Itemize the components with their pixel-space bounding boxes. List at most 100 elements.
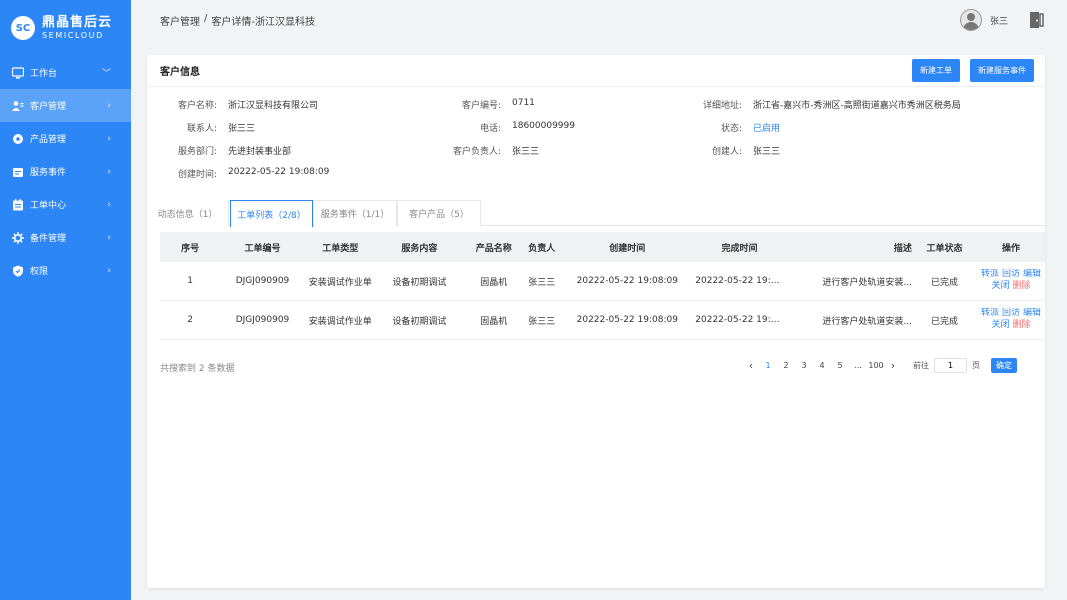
delete-link[interactable]: 删除 bbox=[1013, 320, 1031, 332]
table-cell: 固晶机 bbox=[480, 316, 508, 327]
detail-tabs: 动态信息（1） 工单列表（2/8） 服务事件（1/1） 客户产品（5） bbox=[147, 200, 1045, 227]
customers-icon bbox=[12, 100, 24, 112]
dashboard-icon bbox=[12, 66, 24, 79]
phone-value: 18600009999 bbox=[512, 121, 575, 131]
brand-name-en: SEMICLOUD bbox=[42, 30, 104, 40]
delete-link[interactable]: 删除 bbox=[1013, 281, 1031, 293]
table-cell: 设备初期调试 bbox=[392, 277, 447, 288]
table-row: 1 DJGJ090909 安装调试作业单 设备初期调试 固晶机 张三三 20222-05-2… bbox=[160, 262, 1045, 301]
brand-logo: SC 鼎晶售后云 SEMICLOUD bbox=[0, 0, 131, 56]
column-header: 描述 bbox=[893, 243, 912, 254]
created-time-value: 20222-05-22 19:08:09 bbox=[228, 167, 330, 177]
sidebar-item-products[interactable]: 产品管理 › bbox=[0, 122, 131, 155]
edit-link[interactable]: 编辑 bbox=[1023, 269, 1041, 281]
sidebar-item-label: 权限 bbox=[30, 267, 49, 277]
table-cell: 安装调试作业单 bbox=[308, 277, 372, 288]
logout-icon[interactable] bbox=[1028, 11, 1046, 29]
chevron-icon: › bbox=[107, 100, 111, 111]
page-jump-confirm-button[interactable]: 确定 bbox=[991, 358, 1017, 373]
table-cell: 张三三 bbox=[528, 316, 556, 327]
chevron-icon: › bbox=[107, 232, 111, 243]
sidebar-nav: 工作台 ﹀ 客户管理 › 产品管理 › 服务事件 › 工单中心 › 备件管理 › 权限 › bbox=[0, 56, 131, 287]
close-link[interactable]: 关闭 bbox=[992, 320, 1010, 332]
page-number[interactable]: 5 bbox=[831, 361, 849, 370]
table-cell: 进行客户处轨道安装... bbox=[822, 316, 912, 327]
revisit-link[interactable]: 回访 bbox=[1002, 269, 1020, 281]
work-order-table: 序号 工单编号 工单类型 服务内容 产品名称 负责人 创建时间 完成时间 描述 工单状态 操作 1 D… bbox=[160, 232, 1045, 340]
products-icon bbox=[12, 133, 24, 145]
close-link[interactable]: 关闭 bbox=[992, 281, 1010, 293]
sidebar-item-spare-parts[interactable]: 备件管理 › bbox=[0, 221, 131, 254]
table-cell: DJGJ090909 bbox=[235, 276, 290, 286]
phone-label: 电话: bbox=[479, 124, 501, 134]
table-cell: 已完成 bbox=[930, 316, 958, 327]
prev-page-icon[interactable]: ‹ bbox=[743, 359, 759, 372]
column-header: 创建时间 bbox=[609, 243, 646, 254]
column-header: 操作 bbox=[1002, 243, 1021, 254]
sidebar-item-label: 服务事件 bbox=[30, 168, 67, 178]
service-dept-label: 服务部门: bbox=[177, 147, 217, 157]
new-service-event-button[interactable]: 新建服务事件 bbox=[970, 59, 1034, 82]
sidebar-item-label: 工单中心 bbox=[30, 201, 67, 211]
customer-info-card: 客户信息 新建工单 新建服务事件 客户名称: 浙江汉显科技有限公司 客户编号: … bbox=[147, 55, 1045, 588]
page-number[interactable]: 3 bbox=[795, 361, 813, 370]
next-page-icon[interactable]: › bbox=[885, 359, 901, 372]
chevron-icon: › bbox=[107, 199, 111, 210]
transfer-link[interactable]: 转派 bbox=[981, 308, 999, 320]
row-actions: 转派 回访 编辑关闭 删除 bbox=[977, 269, 1045, 292]
pagination: ‹ 12345... 100 › 前往 页 确定 bbox=[743, 358, 1017, 373]
page-number[interactable]: 100 bbox=[867, 361, 885, 370]
page-jump-input[interactable] bbox=[934, 358, 967, 373]
creator-value: 张三三 bbox=[753, 147, 781, 157]
edit-link[interactable]: 编辑 bbox=[1023, 308, 1041, 320]
permission-icon bbox=[12, 265, 24, 277]
revisit-link[interactable]: 回访 bbox=[1002, 308, 1020, 320]
contact-label: 联系人: bbox=[186, 124, 217, 134]
logo-mark-icon: SC bbox=[11, 16, 35, 40]
sidebar-item-permission[interactable]: 权限 › bbox=[0, 254, 131, 287]
user-name[interactable]: 张三 bbox=[990, 14, 1008, 27]
tab-activity[interactable]: 动态信息（1） bbox=[147, 200, 229, 226]
table-cell: DJGJ090909 bbox=[235, 315, 290, 325]
row-actions: 转派 回访 编辑关闭 删除 bbox=[977, 308, 1045, 331]
sidebar-item-label: 产品管理 bbox=[30, 135, 67, 145]
new-work-order-button[interactable]: 新建工单 bbox=[912, 59, 960, 82]
created-time-label: 创建时间: bbox=[177, 170, 217, 180]
customer-name-label: 客户名称: bbox=[177, 101, 217, 111]
creator-label: 创建人: bbox=[711, 147, 742, 157]
tab-service-events[interactable]: 服务事件（1/1） bbox=[313, 200, 397, 226]
sidebar-item-work-order[interactable]: 工单中心 › bbox=[0, 188, 131, 221]
page-number[interactable]: 1 bbox=[759, 361, 777, 370]
table-cell: 张三三 bbox=[528, 277, 556, 288]
status-badge: 已启用 bbox=[753, 124, 781, 134]
result-summary: 共搜索到 2 条数据 bbox=[160, 364, 235, 374]
table-cell: 20222-05-22 19:08:09 bbox=[576, 315, 678, 325]
column-header: 序号 bbox=[181, 243, 200, 254]
contact-value: 张三三 bbox=[228, 124, 256, 134]
page-unit-label: 页 bbox=[972, 361, 980, 370]
tab-work-orders[interactable]: 工单列表（2/8） bbox=[230, 200, 313, 227]
table-cell: 20222-05-22 19:08:09 bbox=[695, 315, 783, 325]
breadcrumb: 客户管理 / 客户详情-浙江汉显科技 bbox=[160, 13, 315, 28]
address-value: 浙江省-嘉兴市-秀洲区-高照街道嘉兴市秀洲区税务局 bbox=[753, 101, 961, 111]
sidebar-item-label: 工作台 bbox=[30, 69, 58, 79]
goto-label: 前往 bbox=[913, 361, 929, 370]
table-header: 序号 工单编号 工单类型 服务内容 产品名称 负责人 创建时间 完成时间 描述 工单状态 操作 bbox=[160, 232, 1045, 262]
sidebar-item-dashboard[interactable]: 工作台 ﹀ bbox=[0, 56, 131, 89]
avatar[interactable] bbox=[959, 9, 982, 31]
column-header: 完成时间 bbox=[721, 243, 758, 254]
chevron-icon: › bbox=[107, 133, 111, 144]
address-label: 详细地址: bbox=[702, 101, 742, 111]
transfer-link[interactable]: 转派 bbox=[981, 269, 999, 281]
chevron-icon: › bbox=[107, 265, 111, 276]
sidebar-item-customers[interactable]: 客户管理 › bbox=[0, 89, 131, 122]
tab-customer-products[interactable]: 客户产品（5） bbox=[397, 200, 481, 226]
table-cell: 固晶机 bbox=[480, 277, 508, 288]
page-number[interactable]: 4 bbox=[813, 361, 831, 370]
service-dept-value: 先进封装事业部 bbox=[228, 147, 292, 157]
customer-no-value: 0711 bbox=[512, 98, 535, 108]
sidebar-item-service-event[interactable]: 服务事件 › bbox=[0, 155, 131, 188]
page-number[interactable]: 2 bbox=[777, 361, 795, 370]
breadcrumb-customer-management[interactable]: 客户管理 bbox=[160, 13, 200, 28]
column-header: 负责人 bbox=[528, 243, 556, 254]
